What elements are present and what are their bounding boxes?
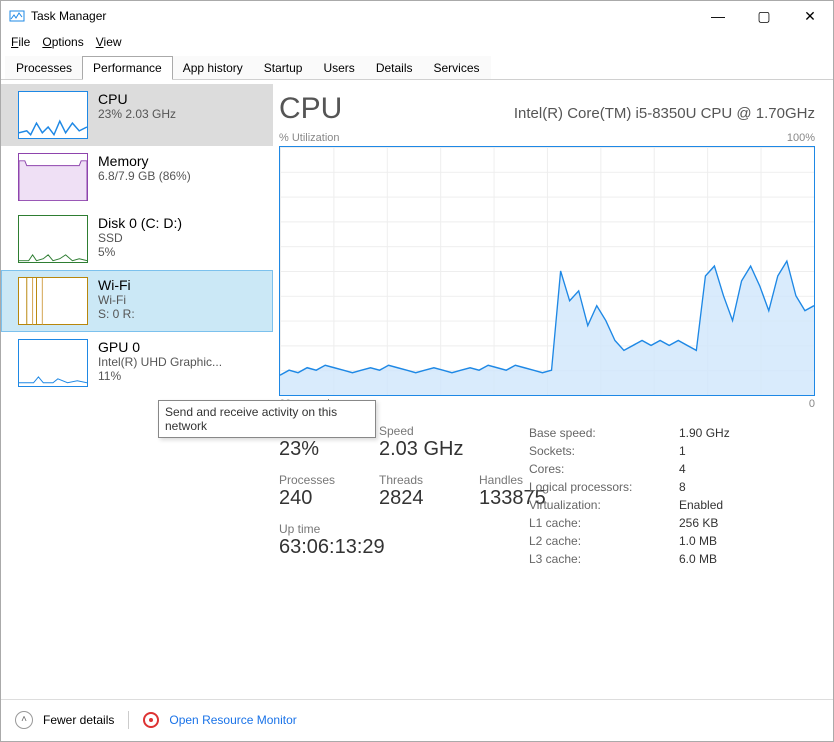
sidebar-disk-title: Disk 0 (C: D:) <box>98 215 182 231</box>
close-button[interactable]: ✕ <box>787 1 833 31</box>
sidebar-gpu-sub1: Intel(R) UHD Graphic... <box>98 355 222 369</box>
cores-label: Cores: <box>529 460 679 478</box>
threads-value: 2824 <box>379 487 459 510</box>
uptime-label: Up time <box>279 522 385 536</box>
title-bar: Task Manager — ▢ ✕ <box>1 1 833 31</box>
main-panel: CPU Intel(R) Core(TM) i5-8350U CPU @ 1.7… <box>273 80 833 699</box>
logical-label: Logical processors: <box>529 478 679 496</box>
chevron-up-icon[interactable]: ˄ <box>15 711 33 729</box>
virt-label: Virtualization: <box>529 496 679 514</box>
footer-bar: ˄ Fewer details Open Resource Monitor <box>1 699 833 739</box>
sidebar-gpu-sub2: 11% <box>98 369 222 383</box>
minimize-button[interactable]: — <box>695 1 741 31</box>
sidebar-item-cpu[interactable]: CPU 23% 2.03 GHz <box>1 84 273 146</box>
base-speed-value: 1.90 GHz <box>679 424 815 442</box>
chart-label-util: % Utilization <box>279 132 340 144</box>
cpu-thumb-icon <box>18 91 88 139</box>
l1-value: 256 KB <box>679 514 815 532</box>
l3-label: L3 cache: <box>529 550 679 568</box>
main-header: CPU Intel(R) Core(TM) i5-8350U CPU @ 1.7… <box>279 92 815 126</box>
l2-value: 1.0 MB <box>679 532 815 550</box>
sidebar-item-memory[interactable]: Memory 6.8/7.9 GB (86%) <box>1 146 273 208</box>
menu-file[interactable]: File <box>5 33 36 51</box>
sidebar-cpu-title: CPU <box>98 91 176 107</box>
main-title: CPU <box>279 92 342 126</box>
memory-thumb-icon <box>18 153 88 201</box>
sidebar-item-disk[interactable]: Disk 0 (C: D:) SSD 5% <box>1 208 273 270</box>
cpu-chart[interactable] <box>279 146 815 396</box>
sidebar-disk-sub1: SSD <box>98 231 182 245</box>
stats-right: Base speed:1.90 GHz Sockets:1 Cores:4 Lo… <box>529 424 815 571</box>
maximize-button[interactable]: ▢ <box>741 1 787 31</box>
tab-app-history[interactable]: App history <box>172 56 254 79</box>
main-subtitle: Intel(R) Core(TM) i5-8350U CPU @ 1.70GHz <box>514 105 815 122</box>
sidebar-item-gpu[interactable]: GPU 0 Intel(R) UHD Graphic... 11% <box>1 332 273 394</box>
sidebar-disk-sub2: 5% <box>98 245 182 259</box>
divider <box>128 711 129 729</box>
speed-value: 2.03 GHz <box>379 438 463 461</box>
sidebar-wifi-sub1: Wi-Fi <box>98 293 135 307</box>
menu-options[interactable]: Options <box>36 33 89 51</box>
gpu-thumb-icon <box>18 339 88 387</box>
chart-top-labels: % Utilization 100% <box>279 132 815 144</box>
app-icon <box>9 8 25 24</box>
tab-users[interactable]: Users <box>312 56 365 79</box>
base-speed-label: Base speed: <box>529 424 679 442</box>
tab-bar: Processes Performance App history Startu… <box>1 52 833 80</box>
chart-label-0: 0 <box>809 398 815 410</box>
sidebar-memory-title: Memory <box>98 153 191 169</box>
menu-bar: File Options View <box>1 31 833 52</box>
wifi-thumb-icon <box>18 277 88 325</box>
content-area: CPU 23% 2.03 GHz Memory 6.8/7.9 GB (86%)… <box>1 80 833 699</box>
performance-sidebar: CPU 23% 2.03 GHz Memory 6.8/7.9 GB (86%)… <box>1 80 273 699</box>
sockets-value: 1 <box>679 442 815 460</box>
wifi-tooltip: Send and receive activity on this networ… <box>158 400 376 438</box>
menu-view[interactable]: View <box>90 33 128 51</box>
resource-monitor-icon <box>143 712 159 728</box>
sidebar-memory-sub: 6.8/7.9 GB (86%) <box>98 169 191 183</box>
tab-services[interactable]: Services <box>423 56 491 79</box>
sidebar-item-wifi[interactable]: Wi-Fi Wi-Fi S: 0 R: <box>1 270 273 332</box>
sidebar-wifi-title: Wi-Fi <box>98 277 135 293</box>
window-title: Task Manager <box>31 9 695 23</box>
tab-details[interactable]: Details <box>365 56 424 79</box>
sidebar-wifi-sub2: S: 0 R: <box>98 307 135 321</box>
stats-left: Utilization 23% Speed 2.03 GHz Processes… <box>279 424 529 571</box>
open-resource-monitor-link[interactable]: Open Resource Monitor <box>169 713 296 727</box>
sidebar-cpu-sub: 23% 2.03 GHz <box>98 107 176 121</box>
l2-label: L2 cache: <box>529 532 679 550</box>
l1-label: L1 cache: <box>529 514 679 532</box>
virt-value: Enabled <box>679 496 815 514</box>
sockets-label: Sockets: <box>529 442 679 460</box>
tab-performance[interactable]: Performance <box>82 56 173 79</box>
stats-section: Utilization 23% Speed 2.03 GHz Processes… <box>279 424 815 571</box>
uptime-value: 63:06:13:29 <box>279 536 385 559</box>
fewer-details-link[interactable]: Fewer details <box>43 713 114 727</box>
sidebar-gpu-title: GPU 0 <box>98 339 222 355</box>
processes-value: 240 <box>279 487 359 510</box>
logical-value: 8 <box>679 478 815 496</box>
tab-processes[interactable]: Processes <box>5 56 83 79</box>
processes-label: Processes <box>279 473 359 487</box>
disk-thumb-icon <box>18 215 88 263</box>
chart-label-100: 100% <box>787 132 815 144</box>
tab-startup[interactable]: Startup <box>253 56 314 79</box>
utilization-value: 23% <box>279 438 359 461</box>
l3-value: 6.0 MB <box>679 550 815 568</box>
speed-label: Speed <box>379 424 463 438</box>
cores-value: 4 <box>679 460 815 478</box>
threads-label: Threads <box>379 473 459 487</box>
